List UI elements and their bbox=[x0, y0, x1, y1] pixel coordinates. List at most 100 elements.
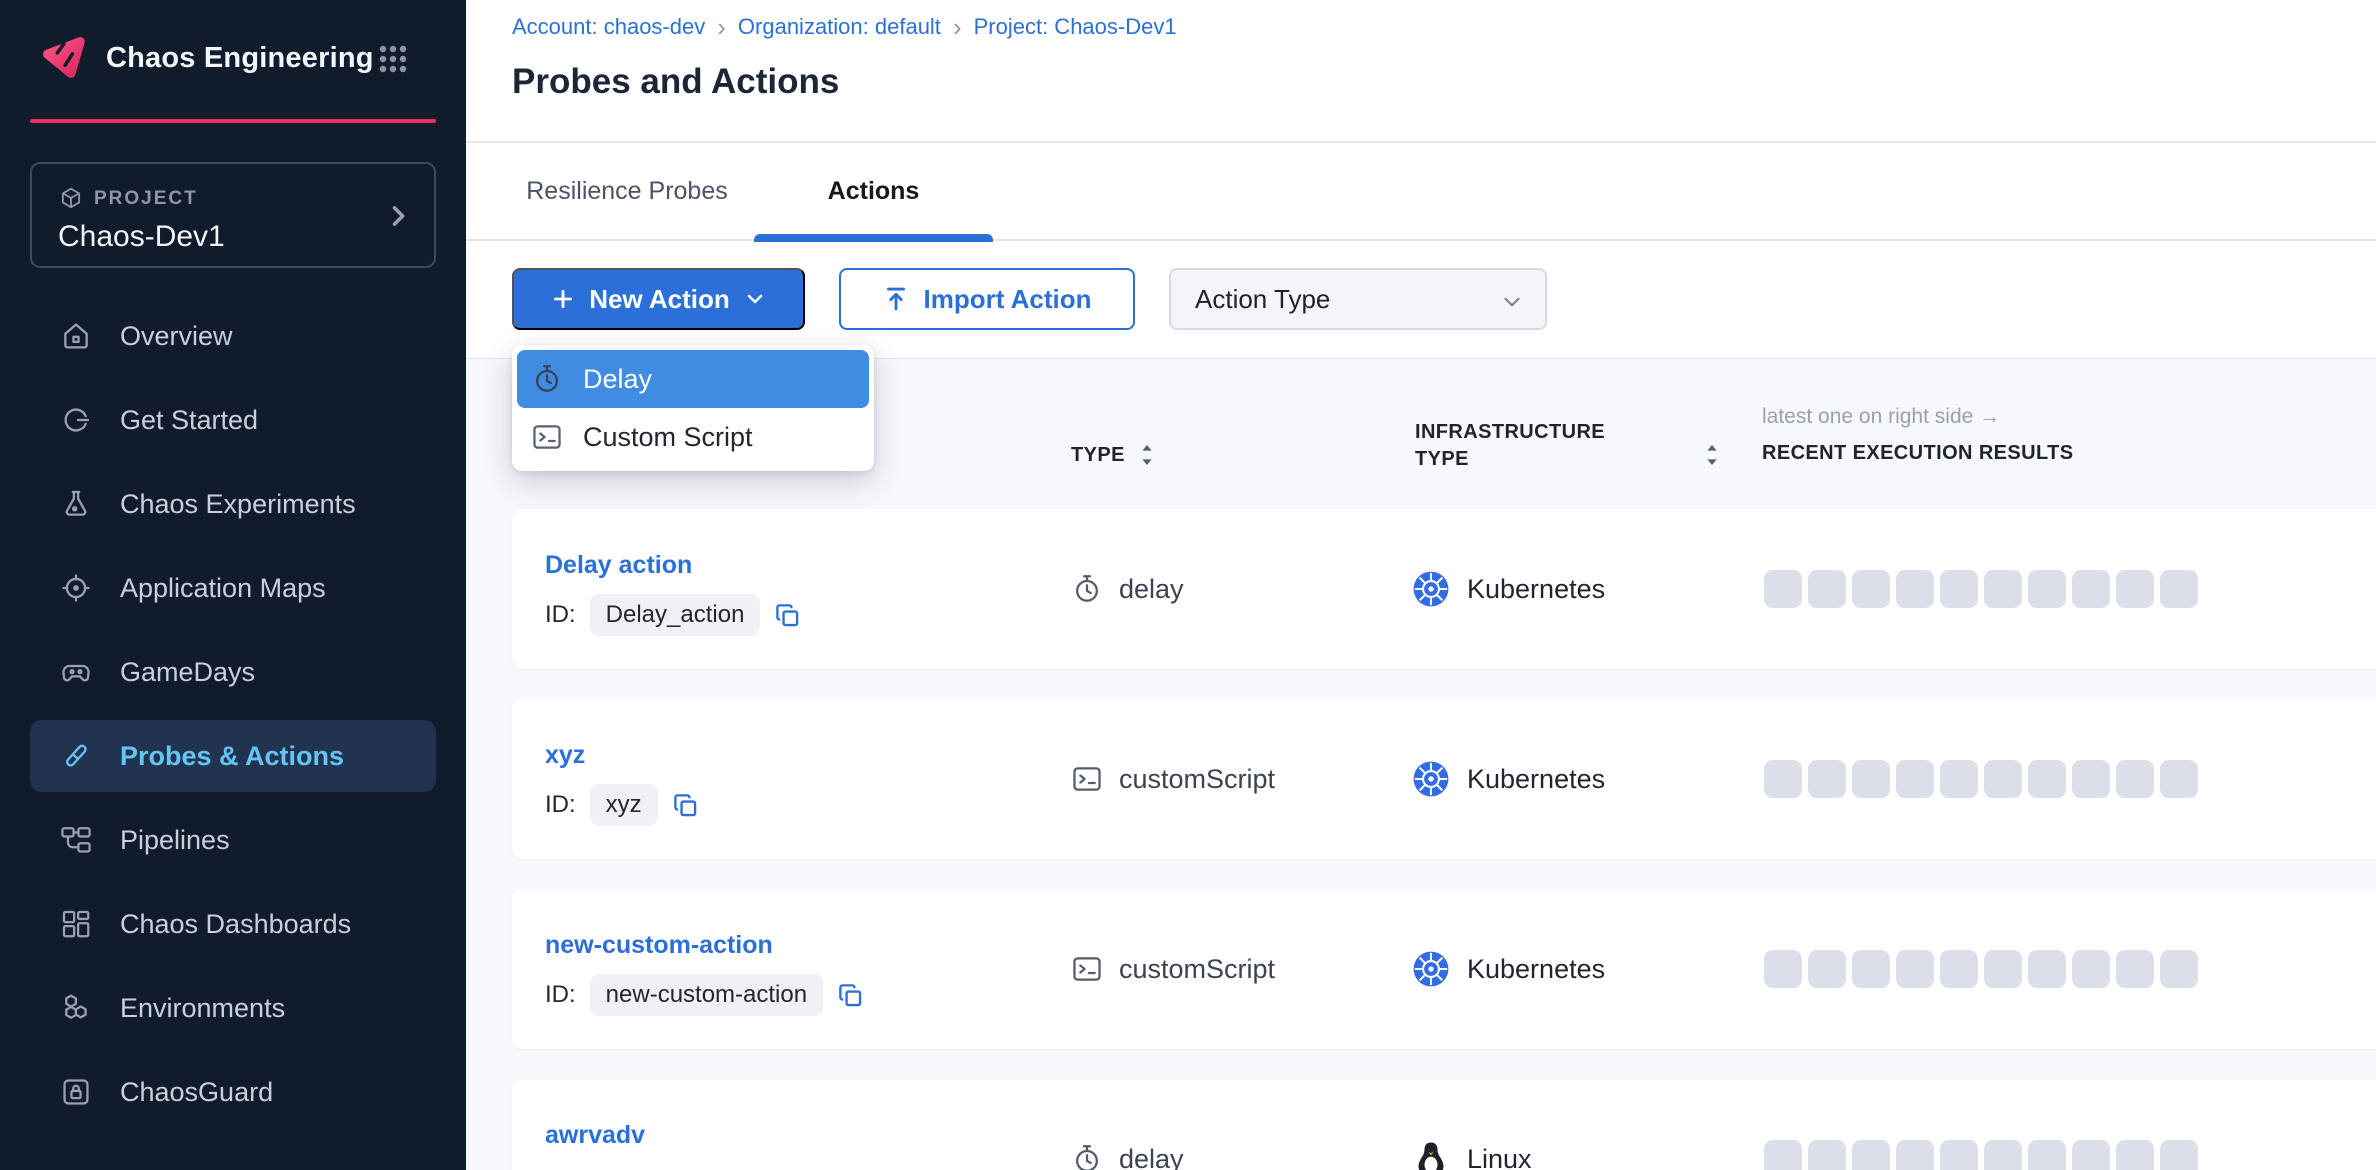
sidebar-item-get-started[interactable]: Get Started bbox=[0, 378, 466, 462]
sidebar-nav: Overview Get Started Chaos Experiments A… bbox=[0, 294, 466, 1134]
execution-result-placeholder bbox=[1808, 1140, 1846, 1170]
table-row-delay-action: Delay action ID: Delay_action delay Kube… bbox=[512, 509, 2376, 669]
infrastructure-cell: Linux bbox=[1412, 1138, 1532, 1170]
testtube-icon bbox=[60, 740, 92, 772]
action-name-link[interactable]: Delay action bbox=[545, 551, 692, 580]
execution-result-placeholder bbox=[2072, 950, 2110, 988]
recent-execution-results bbox=[1764, 760, 2198, 798]
sidebar-item-gamedays[interactable]: GameDays bbox=[0, 630, 466, 714]
sort-icon[interactable] bbox=[1704, 441, 1720, 469]
execution-result-placeholder bbox=[2116, 950, 2154, 988]
action-name-link[interactable]: awrvadv bbox=[545, 1121, 645, 1150]
type-cell: customScript bbox=[1071, 760, 1275, 798]
copy-icon[interactable] bbox=[672, 792, 699, 819]
breadcrumb-link-2[interactable]: Project: Chaos-Dev1 bbox=[974, 14, 1177, 40]
apps-grid-icon[interactable] bbox=[378, 44, 408, 74]
table-row-awrvadv: awrvadv delay Linux bbox=[512, 1079, 2376, 1170]
action-type-select[interactable]: Action Type bbox=[1169, 268, 1547, 330]
execution-result-placeholder bbox=[2072, 760, 2110, 798]
execution-result-placeholder bbox=[2160, 950, 2198, 988]
execution-result-placeholder bbox=[1764, 570, 1802, 608]
chevron-down-icon bbox=[743, 287, 767, 311]
execution-result-placeholder bbox=[1808, 760, 1846, 798]
execution-result-placeholder bbox=[1808, 950, 1846, 988]
sidebar-item-overview[interactable]: Overview bbox=[0, 294, 466, 378]
execution-result-placeholder bbox=[1852, 760, 1890, 798]
recent-execution-results bbox=[1764, 950, 2198, 988]
sidebar-header: Chaos Engineering bbox=[0, 0, 466, 118]
tabs-divider bbox=[466, 239, 2376, 241]
execution-result-placeholder bbox=[1896, 760, 1934, 798]
new-action-button[interactable]: New Action bbox=[512, 268, 805, 330]
action-id-value: xyz bbox=[590, 784, 658, 826]
table-row-new-custom-action: new-custom-action ID: new-custom-action … bbox=[512, 889, 2376, 1049]
type-cell: delay bbox=[1071, 1140, 1184, 1170]
execution-result-placeholder bbox=[2116, 570, 2154, 608]
main-content: Account: chaos-dev›Organization: default… bbox=[466, 0, 2376, 1170]
dropdown-item-delay[interactable]: Delay bbox=[517, 350, 869, 408]
execution-result-placeholder bbox=[2160, 760, 2198, 798]
execution-result-placeholder bbox=[2028, 1140, 2066, 1170]
harness-chaos-logo-icon bbox=[34, 28, 92, 86]
sidebar-item-pipelines[interactable]: Pipelines bbox=[0, 798, 466, 882]
execution-result-placeholder bbox=[1984, 950, 2022, 988]
toolbar: New Action Import Action Action Type bbox=[512, 268, 1547, 330]
linux-icon bbox=[1412, 1140, 1450, 1170]
target-icon bbox=[60, 572, 92, 604]
column-header-infrastructure-type: INFRASTRUCTURE TYPE bbox=[1415, 419, 1650, 473]
execution-result-placeholder bbox=[1984, 1140, 2022, 1170]
execution-result-placeholder bbox=[2072, 570, 2110, 608]
action-id-value: new-custom-action bbox=[590, 974, 823, 1016]
tabs: Resilience Probes Actions bbox=[500, 142, 993, 241]
breadcrumb-link-0[interactable]: Account: chaos-dev bbox=[512, 14, 705, 40]
sidebar-item-application-maps[interactable]: Application Maps bbox=[0, 546, 466, 630]
action-id-value: Delay_action bbox=[590, 594, 761, 636]
execution-result-placeholder bbox=[1940, 1140, 1978, 1170]
tab-resilience-probes[interactable]: Resilience Probes bbox=[500, 142, 754, 241]
breadcrumb-link-1[interactable]: Organization: default bbox=[738, 14, 941, 40]
execution-result-placeholder bbox=[1940, 570, 1978, 608]
action-name-link[interactable]: new-custom-action bbox=[545, 931, 773, 960]
action-name-link[interactable]: xyz bbox=[545, 741, 585, 770]
breadcrumb-separator-icon: › bbox=[705, 16, 738, 38]
column-header-type: TYPE bbox=[1071, 441, 1155, 469]
execution-result-placeholder bbox=[2116, 1140, 2154, 1170]
chevron-down-icon bbox=[1499, 289, 1525, 315]
sidebar-item-chaos-experiments[interactable]: Chaos Experiments bbox=[0, 462, 466, 546]
flask-icon bbox=[60, 488, 92, 520]
stopwatch-icon bbox=[1071, 573, 1103, 605]
stopwatch-icon bbox=[1071, 1143, 1103, 1170]
execution-result-placeholder bbox=[1896, 1140, 1934, 1170]
table-row-xyz: xyz ID: xyz customScript Kubernetes bbox=[512, 699, 2376, 859]
new-action-dropdown: Delay Custom Script bbox=[512, 345, 874, 471]
action-id: ID: Delay_action bbox=[545, 593, 801, 637]
actions-table: TYPE INFRASTRUCTURE TYPE latest one on r… bbox=[466, 358, 2376, 1170]
execution-result-placeholder bbox=[1852, 570, 1890, 608]
project-label: PROJECT bbox=[94, 188, 198, 210]
sidebar-item-probes-actions[interactable]: Probes & Actions bbox=[0, 714, 466, 798]
terminal-icon bbox=[531, 421, 563, 453]
terminal-icon bbox=[1071, 953, 1103, 985]
copy-icon[interactable] bbox=[837, 982, 864, 1009]
kubernetes-icon bbox=[1412, 760, 1450, 798]
project-selector[interactable]: PROJECT Chaos-Dev1 bbox=[30, 162, 436, 268]
infrastructure-cell: Kubernetes bbox=[1412, 758, 1605, 800]
execution-result-placeholder bbox=[2072, 1140, 2110, 1170]
chaos-engineering-app: Chaos Engineering PROJECT Chaos-Dev1 bbox=[0, 0, 2376, 1170]
execution-result-placeholder bbox=[2116, 760, 2154, 798]
tab-actions[interactable]: Actions bbox=[754, 142, 993, 241]
dropdown-item-custom-script[interactable]: Custom Script bbox=[517, 408, 869, 466]
execution-result-placeholder bbox=[2028, 760, 2066, 798]
copy-icon[interactable] bbox=[774, 602, 801, 629]
execution-result-placeholder bbox=[1984, 760, 2022, 798]
sort-icon[interactable] bbox=[1139, 441, 1155, 469]
execution-result-placeholder bbox=[1808, 570, 1846, 608]
sidebar-item-environments[interactable]: Environments bbox=[0, 966, 466, 1050]
sidebar-item-chaosguard[interactable]: ChaosGuard bbox=[0, 1050, 466, 1134]
column-header-recent-execution-results: RECENT EXECUTION RESULTS bbox=[1762, 442, 2073, 465]
import-action-button[interactable]: Import Action bbox=[839, 268, 1135, 330]
execution-result-placeholder bbox=[2028, 570, 2066, 608]
sidebar-item-chaos-dashboards[interactable]: Chaos Dashboards bbox=[0, 882, 466, 966]
lock-icon bbox=[60, 1076, 92, 1108]
plus-icon bbox=[550, 286, 576, 312]
